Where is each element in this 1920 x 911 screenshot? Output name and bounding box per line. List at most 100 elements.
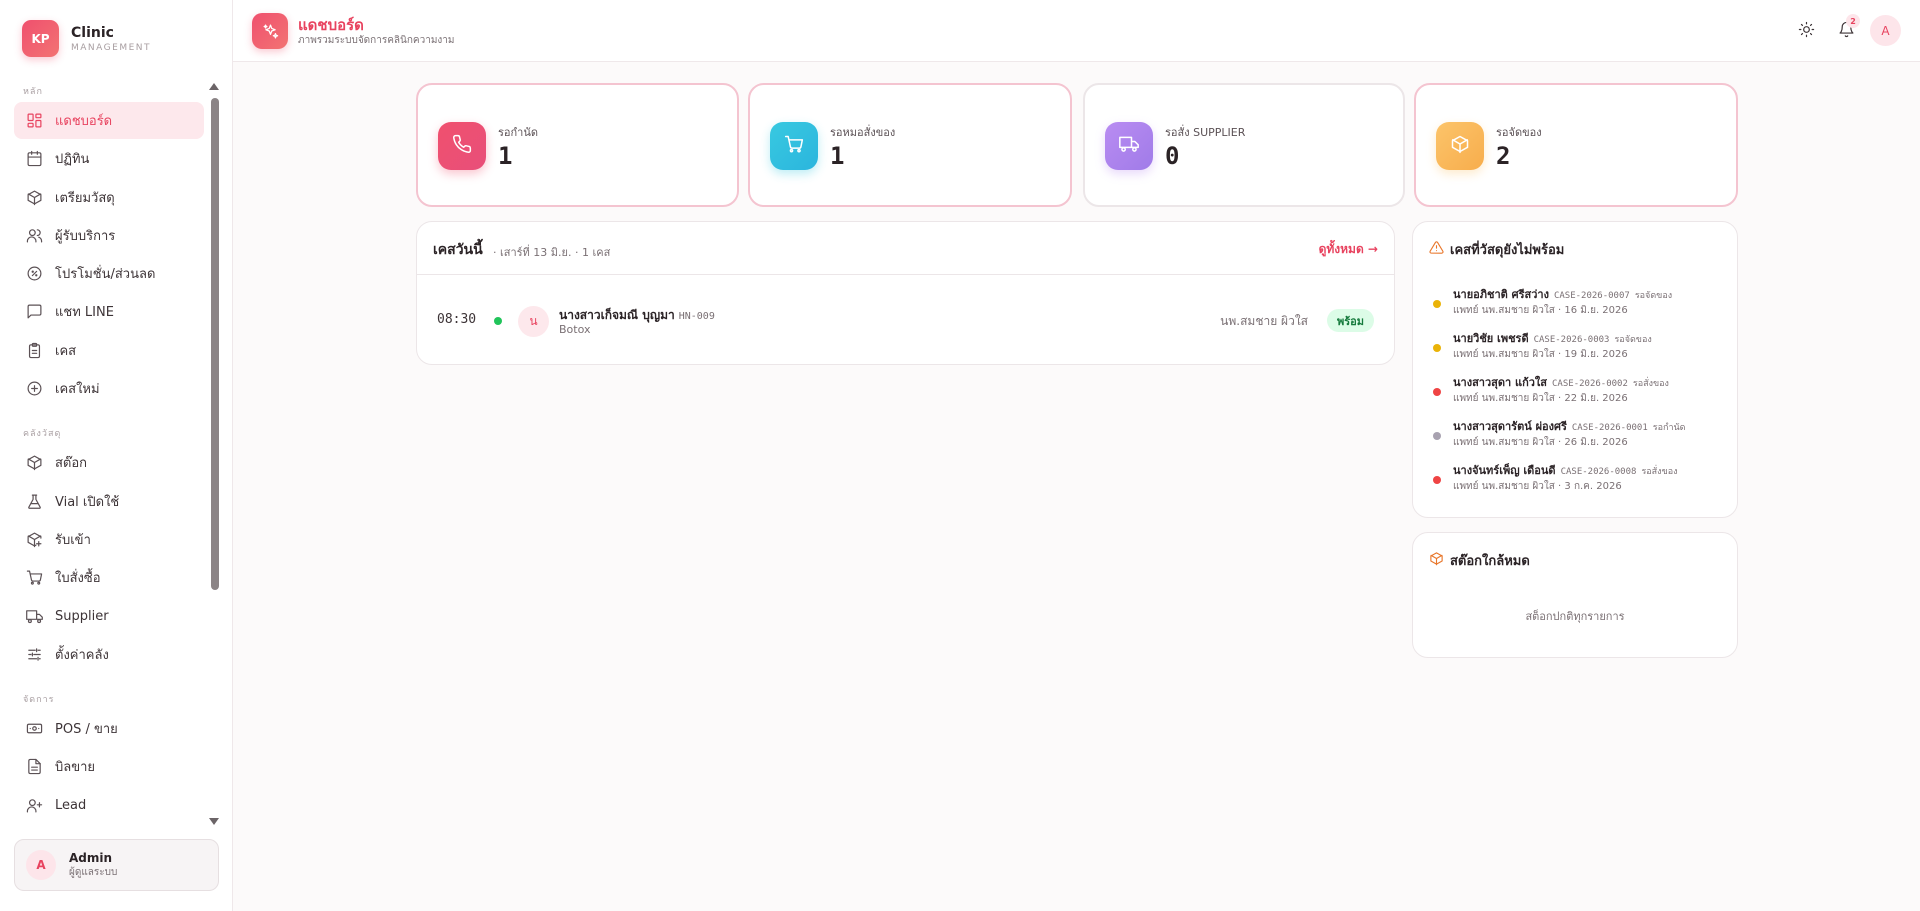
stat-icon-bg-1 [770, 122, 818, 170]
users-icon [25, 226, 43, 244]
pending-list: นายอภิชาติ ศรีสว่าง CASE-2026-0007 รอจัดขอ… [1429, 287, 1727, 507]
package-plus-icon [25, 530, 43, 548]
see-all-link[interactable]: ดูทั้งหมด → [1319, 240, 1378, 259]
pending-status: รอสั่งของ [1632, 379, 1669, 389]
sidebar-item-clients[interactable]: ผู้รับบริการ [14, 217, 204, 254]
nav-section-manage: จัดการ [23, 695, 55, 706]
sidebar-item-line-chat[interactable]: แชท LINE [14, 293, 204, 330]
stat-label: รอกำนัด [498, 126, 539, 139]
pending-code: CASE-2026-0001 [1571, 423, 1648, 433]
receipt-icon [25, 758, 43, 776]
sidebar-item-new-case[interactable]: เคสใหม่ [14, 370, 204, 407]
sparkles-icon [252, 13, 288, 49]
sidebar-item-label: ปฏิทิน [55, 152, 90, 168]
today-cases-panel: เคสวันนี้ · เสาร์ที่ 13 มิ.ย. · 1 เคส ดู… [416, 221, 1395, 365]
today-cases-header: เคสวันนี้ · เสาร์ที่ 13 มิ.ย. · 1 เคส ดู… [417, 222, 1394, 275]
case-time: 08:30 [437, 312, 477, 327]
sidebar-item-label: เตรียมวัสดุ [55, 190, 115, 206]
case-doctor: นพ.สมชาย ผิวใส [1220, 314, 1308, 328]
sidebar-item-receive[interactable]: รับเข้า [14, 521, 204, 558]
sidebar-item-stock[interactable]: สต๊อก [14, 444, 204, 481]
sidebar-item-purchase-orders[interactable]: ใบสั่งซื้อ [14, 559, 204, 596]
warning-icon [1429, 240, 1450, 259]
theme-toggle-button[interactable] [1792, 17, 1820, 45]
nav-section-inventory: คลังวัสดุ [23, 429, 62, 440]
sidebar-item-label: Vial เปิดใช้ [55, 494, 120, 510]
stat-card-pending-packing[interactable]: รอจัดของ 2 [1414, 83, 1738, 207]
user-name: Admin [69, 851, 113, 865]
pending-name: นางจันทร์เพ็ญ เดือนดี [1453, 464, 1556, 477]
today-cases-title: เคสวันนี้ [433, 242, 483, 258]
sidebar-item-label: แดชบอร์ด [55, 114, 113, 129]
list-item[interactable]: นางสาวสุดา แก้วใส CASE-2026-0002 รอสั่งของ… [1429, 375, 1727, 419]
pending-dot-1 [1433, 344, 1441, 352]
sidebar-item-label: สต๊อก [55, 456, 88, 472]
pending-materials-title-text: เคสที่วัสดุยังไม่พร้อม [1450, 243, 1565, 258]
sidebar-item-vial[interactable]: Vial เปิดใช้ [14, 483, 204, 520]
brand-name: Clinic [71, 24, 114, 41]
sidebar-item-label: เคสใหม่ [55, 382, 100, 398]
pending-name: นางสาวสุดารัตน์ ผ่องศรี [1453, 420, 1567, 433]
truck-icon [1119, 134, 1139, 158]
sidebar-item-calendar[interactable]: ปฏิทิน [14, 140, 204, 177]
pending-detail: แพทย์ นพ.สมชาย ผิวใส · 22 มิ.ย. 2026 [1453, 393, 1628, 404]
stat-label: รอจัดของ [1496, 126, 1542, 139]
sidebar-item-lead[interactable]: Lead [14, 787, 204, 824]
stat-icon-bg-0 [438, 122, 486, 170]
scroll-up-arrow[interactable] [209, 83, 219, 90]
stat-label: รอหมอสั่งของ [830, 126, 896, 139]
header-avatar[interactable]: A [1870, 15, 1901, 46]
pending-dot-2 [1433, 388, 1441, 396]
page-subtitle: ภาพรวมระบบจัดการคลินิกความงาม [298, 35, 455, 46]
user-card[interactable]: A Admin ผู้ดูแลระบบ [14, 839, 219, 891]
list-item[interactable]: นายวิชัย เพชรดี CASE-2026-0003 รอจัดของ แพ… [1429, 331, 1727, 375]
stat-card-pending-supplier[interactable]: รอสั่ง SUPPLIER 0 [1083, 83, 1405, 207]
sidebar-scrollbar[interactable] [211, 98, 219, 590]
sidebar-item-inventory-settings[interactable]: ตั้งค่าคลัง [14, 636, 204, 673]
avatar: น [518, 306, 549, 337]
case-patient-name-text: นางสาวเก็จมณี บุญมา [559, 308, 675, 322]
sidebar-item-dashboard[interactable]: แดชบอร์ด [14, 102, 204, 139]
pending-materials-title: เคสที่วัสดุยังไม่พร้อม [1429, 239, 1564, 260]
pending-dot-4 [1433, 476, 1441, 484]
pending-detail: แพทย์ นพ.สมชาย ผิวใส · 19 มิ.ย. 2026 [1453, 349, 1628, 360]
pending-materials-panel: เคสที่วัสดุยังไม่พร้อม นายอภิชาติ ศรีสว่… [1412, 221, 1738, 518]
status-badge: พร้อม [1326, 309, 1374, 332]
phone-icon [452, 134, 472, 158]
brand[interactable]: KP Clinic MANAGEMENT [22, 20, 151, 57]
list-item[interactable]: นางจันทร์เพ็ญ เดือนดี CASE-2026-0008 รอสั่… [1429, 463, 1727, 507]
list-item[interactable]: นางสาวสุดารัตน์ ผ่องศรี CASE-2026-0001 รอก… [1429, 419, 1727, 463]
scroll-down-arrow[interactable] [209, 818, 219, 825]
sidebar-item-bills[interactable]: บิลขาย [14, 748, 204, 785]
pending-detail: แพทย์ นพ.สมชาย ผิวใส · 26 มิ.ย. 2026 [1453, 437, 1628, 448]
sidebar-item-cases[interactable]: เคส [14, 332, 204, 369]
dashboard-icon [25, 112, 43, 130]
stat-card-pending-appointment[interactable]: รอกำนัด 1 [416, 83, 739, 207]
sidebar-item-supplier[interactable]: Supplier [14, 598, 204, 635]
user-plus-icon [25, 796, 43, 814]
sidebar-nav: หลัก แดชบอร์ด ปฏิทิน เตรียมวัสดุ ผู้รับบ… [14, 80, 204, 825]
stat-value: 0 [1165, 142, 1180, 170]
today-cases-meta: · เสาร์ที่ 13 มิ.ย. · 1 เคส [493, 246, 611, 259]
sidebar-item-label: ตั้งค่าคลัง [55, 647, 109, 663]
user-role: ผู้ดูแลระบบ [69, 867, 118, 878]
calendar-icon [25, 150, 43, 168]
pending-status: รอสั่งของ [1641, 467, 1678, 477]
percent-icon [25, 265, 43, 283]
pending-status: รอจัดของ [1634, 291, 1673, 301]
sidebar-item-label: รับเข้า [55, 532, 91, 548]
stat-card-pending-doctor-order[interactable]: รอหมอสั่งของ 1 [748, 83, 1072, 207]
pending-dot-3 [1433, 432, 1441, 440]
case-hn: HN-009 [678, 311, 715, 322]
case-row[interactable]: 08:30 น นางสาวเก็จมณี บุญมา HN-009 Botox … [417, 276, 1394, 364]
sidebar-item-pos[interactable]: POS / ขาย [14, 710, 204, 747]
sidebar-item-label: บิลขาย [55, 760, 96, 776]
low-stock-title: สต๊อกใกล้หมด [1429, 550, 1530, 571]
sidebar-item-prepare-materials[interactable]: เตรียมวัสดุ [14, 179, 204, 216]
sidebar-item-label: Lead [55, 797, 87, 813]
sidebar-item-promotions[interactable]: โปรโมชั่น/ส่วนลด [14, 255, 204, 292]
sidebar-item-label: เคส [55, 343, 77, 359]
notification-badge: 2 [1846, 14, 1860, 28]
top-header: แดชบอร์ด ภาพรวมระบบจัดการคลินิกความงาม [233, 0, 1920, 62]
list-item[interactable]: นายอภิชาติ ศรีสว่าง CASE-2026-0007 รอจัดขอ… [1429, 287, 1727, 331]
